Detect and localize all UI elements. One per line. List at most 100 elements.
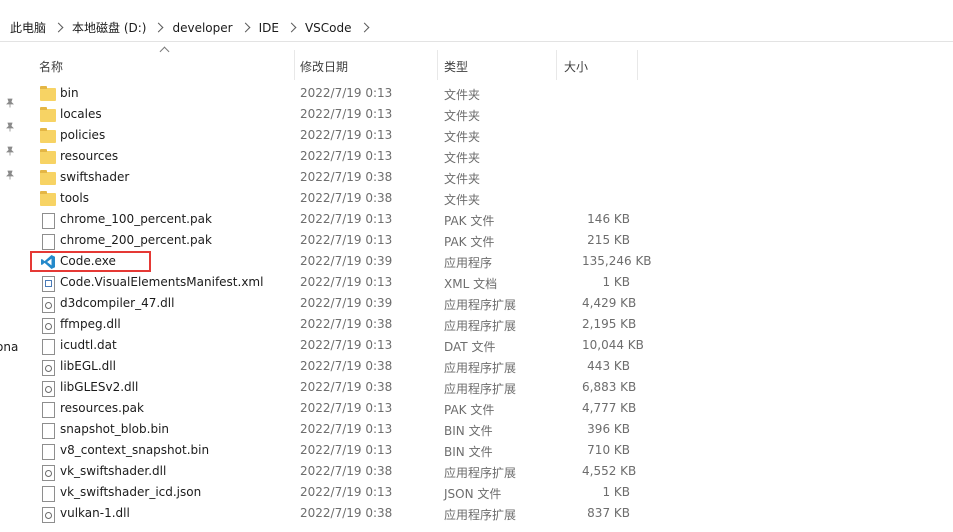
file-row[interactable]: d3dcompiler_47.dll 2022/7/19 0:39 应用程序扩展 4,… <box>22 294 953 315</box>
file-row[interactable]: vk_swiftshader.dll 2022/7/19 0:38 应用程序扩展 4,… <box>22 462 953 483</box>
pin-icon[interactable] <box>5 122 15 132</box>
pin-icon[interactable] <box>5 98 15 108</box>
file-row[interactable]: policies 2022/7/19 0:13 文件夹 <box>22 126 953 147</box>
chevron-right-icon[interactable] <box>53 22 64 33</box>
file-date: 2022/7/19 0:38 <box>300 464 393 478</box>
column-divider[interactable] <box>437 50 438 80</box>
file-icon <box>42 213 55 229</box>
breadcrumb-ide[interactable]: IDE <box>257 21 281 35</box>
file-icon <box>42 444 55 460</box>
file-size: 837 KB <box>587 506 630 520</box>
breadcrumb-vscode[interactable]: VSCode <box>303 21 354 35</box>
file-type: 文件夹 <box>444 193 481 207</box>
file-size: 4,777 KB <box>582 401 637 415</box>
folder-icon <box>40 149 56 164</box>
file-type: DAT 文件 <box>444 340 496 354</box>
file-icon <box>42 234 55 250</box>
file-row[interactable]: ffmpeg.dll 2022/7/19 0:38 应用程序扩展 2,195 KB <box>22 315 953 336</box>
file-type: PAK 文件 <box>444 214 495 228</box>
file-row[interactable]: vk_swiftshader_icd.json 2022/7/19 0:13 JSO… <box>22 483 953 504</box>
file-size: 10,044 KB <box>582 338 644 352</box>
file-row[interactable]: libEGL.dll 2022/7/19 0:38 应用程序扩展 443 KB <box>22 357 953 378</box>
file-date: 2022/7/19 0:13 <box>300 149 393 163</box>
breadcrumb-drive-d[interactable]: 本地磁盘 (D:) <box>70 19 148 36</box>
column-header-size[interactable]: 大小 <box>564 58 588 75</box>
file-name: d3dcompiler_47.dll <box>60 296 175 310</box>
folder-icon <box>40 107 56 122</box>
file-type: PAK 文件 <box>444 403 495 417</box>
folder-icon <box>40 86 56 101</box>
chevron-right-icon[interactable] <box>154 22 164 33</box>
file-icon <box>42 423 55 439</box>
file-size: 1 KB <box>602 485 630 499</box>
file-row[interactable]: libGLESv2.dll 2022/7/19 0:38 应用程序扩展 6,883 K… <box>22 378 953 399</box>
file-type: 文件夹 <box>444 88 481 102</box>
dll-icon <box>42 507 55 523</box>
file-type: 应用程序扩展 <box>444 382 517 396</box>
file-row[interactable]: Code.VisualElementsManifest.xml 2022/7/19… <box>22 273 953 294</box>
file-row[interactable]: Code.exe 2022/7/19 0:39 应用程序 135,246 KB <box>22 251 953 273</box>
file-row[interactable]: swiftshader 2022/7/19 0:38 文件夹 <box>22 168 953 189</box>
column-header-type[interactable]: 类型 <box>444 58 468 75</box>
column-headers: 名称 修改日期 类型 大小 <box>22 44 953 82</box>
column-header-date[interactable]: 修改日期 <box>300 58 348 75</box>
file-row[interactable]: chrome_200_percent.pak 2022/7/19 0:13 PAK … <box>22 231 953 252</box>
file-row[interactable]: icudtl.dat 2022/7/19 0:13 DAT 文件 10,044 KB <box>22 336 953 357</box>
file-name: chrome_100_percent.pak <box>60 212 212 226</box>
file-size: 1 KB <box>602 275 630 289</box>
file-date: 2022/7/19 0:38 <box>300 359 393 373</box>
file-type: 文件夹 <box>444 172 481 186</box>
file-row[interactable]: bin 2022/7/19 0:13 文件夹 <box>22 84 953 105</box>
file-row[interactable]: resources.pak 2022/7/19 0:13 PAK 文件 4,777 K… <box>22 399 953 420</box>
file-row[interactable]: locales 2022/7/19 0:13 文件夹 <box>22 105 953 126</box>
file-type: 应用程序扩展 <box>444 361 517 375</box>
file-type: BIN 文件 <box>444 445 493 459</box>
breadcrumb-this-pc[interactable]: 此电脑 <box>8 19 48 36</box>
file-name: icudtl.dat <box>60 338 117 352</box>
highlight-box <box>30 251 151 272</box>
pin-icon[interactable] <box>5 146 15 156</box>
column-divider[interactable] <box>556 50 557 80</box>
file-type: 文件夹 <box>444 109 481 123</box>
column-header-name[interactable]: 名称 <box>39 58 63 75</box>
file-date: 2022/7/19 0:39 <box>300 296 393 310</box>
file-name: bin <box>60 86 79 100</box>
column-divider[interactable] <box>294 50 295 80</box>
folder-icon <box>40 170 56 185</box>
file-type: 应用程序扩展 <box>444 508 517 522</box>
file-type: 应用程序扩展 <box>444 319 517 333</box>
file-row[interactable]: chrome_100_percent.pak 2022/7/19 0:13 PAK … <box>22 210 953 231</box>
file-date: 2022/7/19 0:39 <box>300 254 393 268</box>
file-date: 2022/7/19 0:13 <box>300 422 393 436</box>
file-date: 2022/7/19 0:13 <box>300 443 393 457</box>
file-size: 443 KB <box>587 359 630 373</box>
file-date: 2022/7/19 0:13 <box>300 212 393 226</box>
file-size: 6,883 KB <box>582 380 637 394</box>
chevron-right-icon[interactable] <box>359 22 369 33</box>
file-name: vk_swiftshader_icd.json <box>60 485 202 499</box>
file-name: vk_swiftshader.dll <box>60 464 167 478</box>
dll-icon <box>42 465 55 481</box>
file-row[interactable]: v8_context_snapshot.bin 2022/7/19 0:13 BIN… <box>22 441 953 462</box>
file-row[interactable]: vulkan-1.dll 2022/7/19 0:38 应用程序扩展 837 KB <box>22 504 953 525</box>
chevron-right-icon[interactable] <box>286 22 297 33</box>
column-divider[interactable] <box>637 50 638 80</box>
nav-item-truncated[interactable]: ona <box>0 340 18 354</box>
file-icon <box>42 339 55 355</box>
file-size: 710 KB <box>587 443 630 457</box>
file-row[interactable]: tools 2022/7/19 0:38 文件夹 <box>22 189 953 210</box>
pin-icon[interactable] <box>5 170 15 180</box>
file-row[interactable]: snapshot_blob.bin 2022/7/19 0:13 BIN 文件 396… <box>22 420 953 441</box>
file-date: 2022/7/19 0:13 <box>300 107 393 121</box>
file-type: JSON 文件 <box>444 487 502 501</box>
address-bar[interactable]: 此电脑 本地磁盘 (D:) developer IDE VSCode <box>0 12 953 42</box>
file-list: bin 2022/7/19 0:13 文件夹 locales 2022/7/19 0:1… <box>22 84 953 525</box>
dll-icon <box>42 360 55 376</box>
file-size: 396 KB <box>587 422 630 436</box>
file-date: 2022/7/19 0:38 <box>300 317 393 331</box>
breadcrumb-developer[interactable]: developer <box>170 21 234 35</box>
file-size: 135,246 KB <box>582 254 652 268</box>
chevron-right-icon[interactable] <box>240 22 251 33</box>
file-row[interactable]: resources 2022/7/19 0:13 文件夹 <box>22 147 953 168</box>
file-name: resources.pak <box>60 401 144 415</box>
